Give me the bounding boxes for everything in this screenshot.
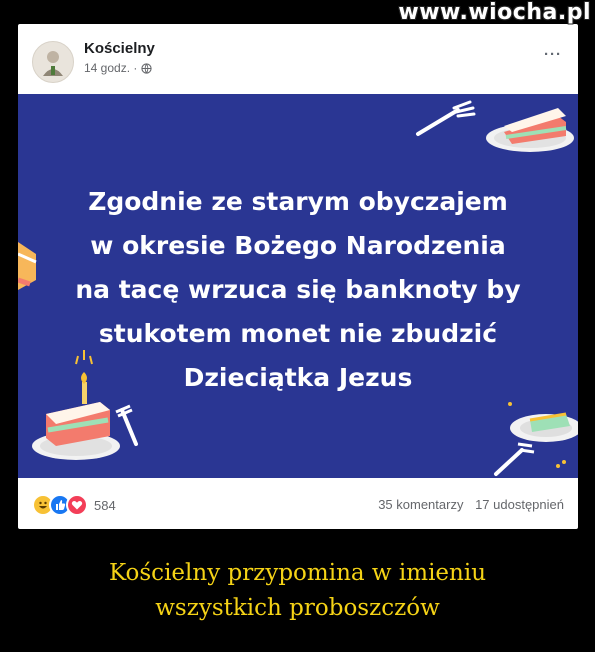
post-stats: 35 komentarzy 17 udostępnień — [378, 497, 564, 512]
post-time[interactable]: 14 godz. · — [84, 61, 137, 75]
love-icon — [66, 494, 88, 516]
globe-icon — [141, 62, 153, 74]
facebook-post-card: Kościelny 14 godz. · ··· Zgodnie ze star… — [18, 24, 578, 529]
post-image: Zgodnie ze starym obyczajem w okresie Bo… — [18, 94, 578, 478]
post-text: Zgodnie ze starym obyczajem w okresie Bo… — [48, 180, 548, 400]
post-text-line: w okresie Bożego Narodzenia — [90, 231, 506, 260]
post-text-line: stukotem monet nie zbudzić — [98, 319, 498, 348]
fork-icon — [416, 100, 476, 136]
author-avatar[interactable] — [32, 41, 74, 83]
reactions-summary[interactable]: 584 — [32, 494, 116, 516]
post-text-line: Zgodnie ze starym obyczajem — [88, 187, 508, 216]
post-footer: 584 35 komentarzy 17 udostępnień — [18, 478, 578, 529]
meme-caption: Kościelny przypomina w imieniu wszystkic… — [0, 556, 595, 626]
cake-slice-top-right — [486, 108, 574, 152]
post-meta: 14 godz. · — [84, 61, 153, 75]
plate-bottom-right — [510, 412, 578, 442]
site-watermark: www.wiocha.pl — [398, 0, 591, 25]
comments-count-link[interactable]: 35 komentarzy — [378, 497, 463, 512]
post-header: Kościelny 14 godz. · ··· — [18, 24, 578, 92]
post-text-line: Dzieciątka Jezus — [183, 363, 413, 392]
post-text-line: na tacę wrzuca się banknoty by — [75, 275, 521, 304]
fork-bottom-right — [494, 442, 535, 476]
shares-count-link[interactable]: 17 udostępnień — [475, 497, 564, 512]
more-options-icon[interactable]: ··· — [544, 46, 562, 63]
caption-line-2: wszystkich proboszczów — [155, 595, 440, 621]
caption-line-1: Kościelny przypomina w imieniu — [108, 560, 487, 586]
cake-slice-left — [18, 242, 37, 290]
reactions-count[interactable]: 584 — [94, 498, 116, 513]
author-name[interactable]: Kościelny — [84, 40, 155, 57]
fork-bottom-left — [115, 404, 138, 446]
